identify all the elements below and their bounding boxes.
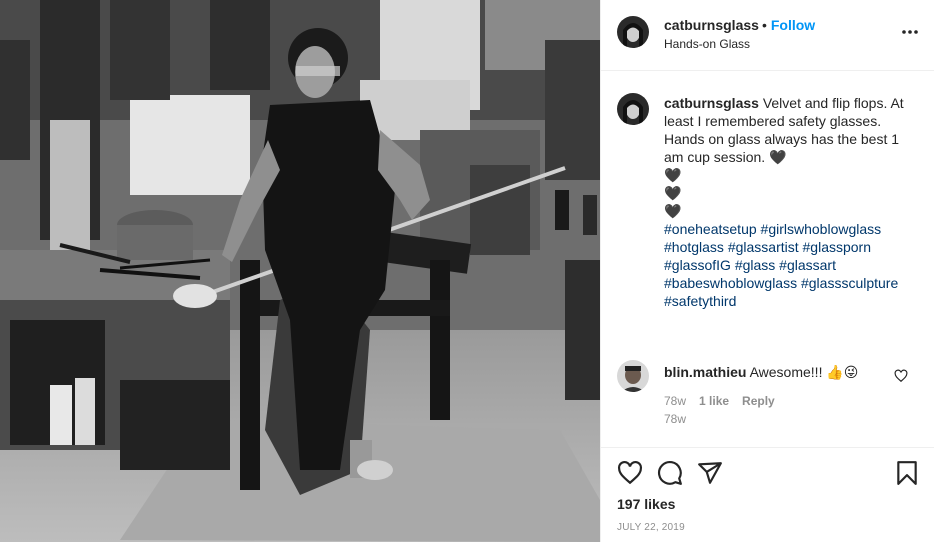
- comment-text-block: blin.mathieu Awesome!!! 👍😜: [664, 363, 858, 381]
- commenter-avatar[interactable]: [617, 360, 649, 392]
- post-photo[interactable]: [0, 0, 600, 542]
- heart-icon[interactable]: [617, 460, 643, 486]
- caption-hashtags[interactable]: #oneheatsetup #girlswhoblowglass #hotgla…: [664, 220, 914, 310]
- comment-meta: 78w 1 like Reply: [664, 394, 788, 408]
- black-heart-emoji: 🖤: [664, 203, 682, 219]
- avatar-image: [617, 93, 649, 125]
- commenter-username[interactable]: blin.mathieu: [664, 364, 746, 380]
- avatar-image: [617, 16, 649, 48]
- caption-text-block: catburnsglass Velvet and flip flops. At …: [664, 94, 914, 310]
- separator-dot: •: [761, 17, 767, 33]
- author-avatar[interactable]: [617, 16, 649, 48]
- comment-icon[interactable]: [657, 460, 683, 486]
- black-heart-emoji: 🖤: [664, 185, 682, 201]
- header-user-line: catburnsglass • Follow: [664, 17, 815, 33]
- post-location[interactable]: Hands-on Glass: [664, 37, 750, 51]
- post-sidebar: catburnsglass • Follow Hands-on Glass catb…: [600, 0, 934, 542]
- caption-body: catburnsglass Velvet and flip flops. At …: [664, 94, 914, 166]
- glassblowing-photo: [0, 0, 600, 542]
- comment-timestamp[interactable]: 78w: [664, 394, 686, 408]
- comment-likes[interactable]: 1 like: [699, 394, 729, 408]
- reply-button[interactable]: Reply: [742, 394, 775, 408]
- black-heart-emoji: 🖤: [769, 149, 787, 165]
- comment-like-heart-icon[interactable]: [894, 369, 908, 383]
- avatar-image: [617, 360, 649, 392]
- black-heart-emoji: 🖤: [664, 167, 682, 183]
- more-options-icon[interactable]: [900, 22, 920, 42]
- caption-timestamp[interactable]: 78w: [664, 412, 686, 426]
- comment-message: Awesome!!! 👍😜: [749, 364, 859, 380]
- instagram-post-modal: catburnsglass • Follow Hands-on Glass catb…: [0, 0, 934, 542]
- post-header: catburnsglass • Follow Hands-on Glass: [601, 0, 934, 71]
- follow-button[interactable]: Follow: [771, 17, 815, 33]
- caption-avatar[interactable]: [617, 93, 649, 125]
- likes-count[interactable]: 197 likes: [617, 496, 675, 512]
- post-actions: 197 likes JULY 22, 2019: [601, 447, 934, 543]
- post-date[interactable]: JULY 22, 2019: [617, 522, 685, 533]
- author-username[interactable]: catburnsglass: [664, 17, 759, 33]
- caption-username[interactable]: catburnsglass: [664, 95, 759, 111]
- bookmark-icon[interactable]: [894, 460, 920, 486]
- share-icon[interactable]: [697, 460, 723, 486]
